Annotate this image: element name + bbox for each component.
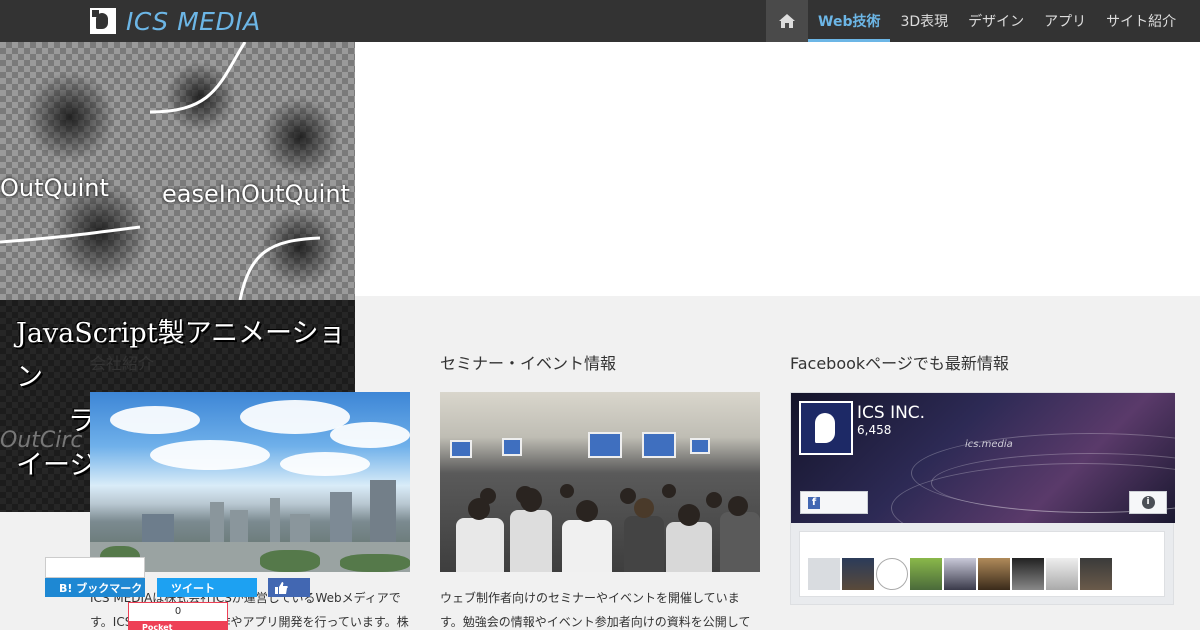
nav-home-button[interactable] xyxy=(766,0,808,42)
hero-subtitle: OutCirc xyxy=(0,428,83,453)
fan-avatar[interactable] xyxy=(842,558,874,590)
fan-avatar[interactable] xyxy=(1080,558,1112,590)
facebook-like-count: 6,458 xyxy=(857,423,892,437)
easing-curves-icon xyxy=(0,42,340,300)
seminar-section-title: セミナー・イベント情報 xyxy=(440,354,617,373)
facebook-cover-brand: ics.media xyxy=(965,439,1013,450)
logo-mark-icon xyxy=(90,8,116,34)
facebook-page-like-button[interactable]: f xyxy=(800,491,868,514)
easing-label-outquint: OutQuint xyxy=(0,174,109,202)
city-skyline-image[interactable] xyxy=(90,392,410,572)
seminar-photo[interactable] xyxy=(440,392,760,572)
seminar-description: ウェブ制作者向けのセミナーやイベントを開催しています。勉強会の情報やイベント参加… xyxy=(440,591,751,629)
easing-label-inoutquint: easeInOutQuint xyxy=(162,180,350,208)
fan-avatar[interactable] xyxy=(910,558,942,590)
nav-item-web[interactable]: Web技術 xyxy=(808,0,891,42)
facebook-like-button[interactable] xyxy=(268,578,310,597)
facebook-page-widget: ICS INC. 6,458 ics.media f i xyxy=(790,392,1175,605)
nav-item-sites[interactable]: サイト紹介 xyxy=(1096,0,1186,42)
white-content-area xyxy=(355,42,1200,296)
nav-item-app[interactable]: アプリ xyxy=(1034,0,1096,42)
company-section-title: 会社紹介 xyxy=(90,354,155,373)
facebook-page-name[interactable]: ICS INC. xyxy=(857,403,925,423)
facebook-page-avatar[interactable] xyxy=(799,401,853,455)
logo-text: ICS MEDIA xyxy=(126,6,261,36)
fan-avatar[interactable] xyxy=(876,558,908,590)
facebook-info-button[interactable]: i xyxy=(1129,491,1167,514)
hatena-count-box xyxy=(45,557,145,578)
fan-avatar[interactable] xyxy=(1012,558,1044,590)
facebook-cover-image[interactable]: ICS INC. 6,458 ics.media f i xyxy=(791,393,1175,523)
fan-avatar[interactable] xyxy=(978,558,1010,590)
nav-item-3d[interactable]: 3D表現 xyxy=(890,0,958,42)
facebook-fans-list xyxy=(799,531,1165,597)
site-logo[interactable]: ICS MEDIA xyxy=(90,6,261,36)
top-navigation-bar: ICS MEDIA Web技術 3D表現 デザイン アプリ サイト紹介 xyxy=(0,0,1200,42)
fan-avatar[interactable] xyxy=(808,558,840,590)
facebook-f-icon: f xyxy=(808,496,820,509)
thumbs-up-icon xyxy=(275,581,288,594)
fan-avatar[interactable] xyxy=(944,558,976,590)
fan-avatar[interactable] xyxy=(1046,558,1078,590)
pocket-count-box: 0 xyxy=(128,602,228,622)
nav-item-design[interactable]: デザイン xyxy=(958,0,1034,42)
main-nav: Web技術 3D表現 デザイン アプリ サイト紹介 xyxy=(766,0,1186,42)
facebook-section-title: Facebookページでも最新情報 xyxy=(790,354,1009,373)
easing-curves-graphic: OutQuint easeInOutQuint xyxy=(0,42,355,300)
home-icon xyxy=(779,14,795,28)
hatena-bookmark-button[interactable]: B! ブックマーク xyxy=(45,578,145,597)
info-icon: i xyxy=(1141,496,1155,509)
tweet-button[interactable]: ツイート xyxy=(157,578,257,597)
pocket-button[interactable]: Pocket xyxy=(128,622,228,630)
